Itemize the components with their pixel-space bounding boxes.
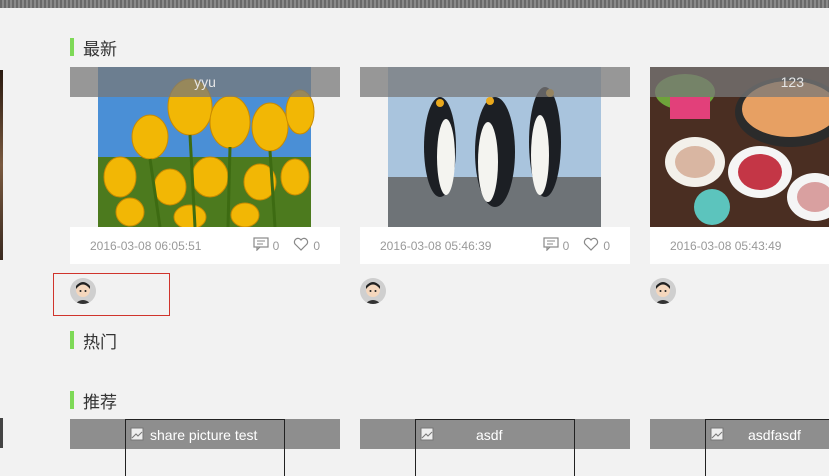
recommended-card-title[interactable]: share picture test [150,427,257,443]
left-edge-fragment [0,70,3,260]
section-accent [70,331,74,349]
card-date: 2016-03-08 06:05:51 [90,238,202,253]
section-latest: 最新 [70,37,117,60]
heart-icon[interactable] [583,237,599,254]
card-title[interactable]: 123 [650,67,829,97]
recommended-card-1-image[interactable]: share picture test [125,419,285,476]
comment-count: 0 [562,238,570,253]
card-meta: 2016-03-08 06:05:51 0 0 [70,227,340,264]
section-recommended: 推荐 [70,390,117,413]
left-edge-fragment [0,418,3,448]
recommended-card-title[interactable]: asdf [476,427,502,443]
top-bar [0,0,829,8]
recommended-card-3-image[interactable]: asdfasdf [705,419,829,476]
comment-icon[interactable] [543,237,559,254]
card-meta: 2016-03-08 05:46:39 0 0 [360,227,630,264]
card-title[interactable] [360,67,630,97]
card-date: 2016-03-08 05:43:49 [670,238,782,253]
section-accent [70,38,74,56]
comment-icon[interactable] [253,237,269,254]
section-accent [70,391,74,409]
avatar-icon[interactable] [360,278,386,304]
section-hot: 热门 [70,330,117,353]
like-count: 0 [603,238,610,253]
like-count: 0 [313,238,320,253]
section-hot-title: 热门 [83,332,117,353]
avatar-icon[interactable] [70,278,96,304]
recommended-card-2-image[interactable]: asdf [415,419,575,476]
card-date: 2016-03-08 05:46:39 [380,238,492,253]
comment-count: 0 [272,238,280,253]
broken-image-icon [710,427,724,441]
heart-icon[interactable] [293,237,309,254]
broken-image-icon [420,427,434,441]
card-title[interactable]: yyu [70,67,340,97]
section-recommended-title: 推荐 [83,392,117,413]
avatar-icon[interactable] [650,278,676,304]
recommended-card-title[interactable]: asdfasdf [748,427,801,443]
broken-image-icon [130,427,144,441]
section-latest-title: 最新 [83,39,117,60]
card-meta: 2016-03-08 05:43:49 [650,227,829,264]
